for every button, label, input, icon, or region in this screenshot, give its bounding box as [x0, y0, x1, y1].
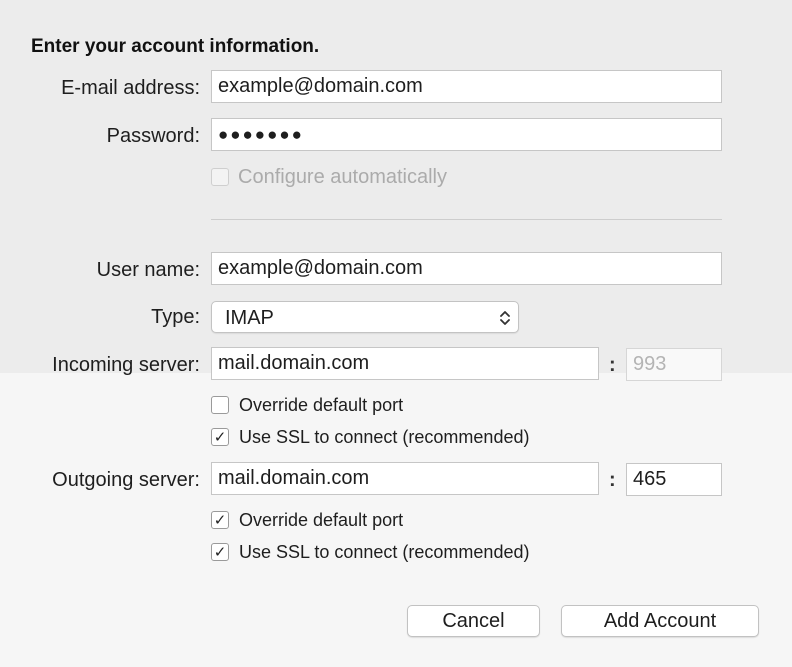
outgoing-server-field[interactable]: [211, 462, 599, 495]
outgoing-ssl-row[interactable]: ✓ Use SSL to connect (recommended): [211, 540, 529, 564]
type-select-value: IMAP: [225, 307, 274, 329]
password-field[interactable]: ●●●●●●●: [211, 118, 722, 151]
outgoing-port-field[interactable]: [626, 463, 722, 496]
email-label: E-mail address:: [61, 77, 200, 99]
username-label: User name:: [96, 259, 200, 281]
outgoing-ssl-checkbox[interactable]: ✓: [211, 543, 229, 561]
configure-automatically-label: Configure automatically: [238, 165, 447, 188]
outgoing-server-label: Outgoing server:: [52, 469, 200, 491]
add-account-button[interactable]: Add Account: [561, 605, 759, 637]
incoming-port-field[interactable]: [626, 348, 722, 381]
incoming-ssl-row[interactable]: ✓ Use SSL to connect (recommended): [211, 425, 529, 449]
outgoing-override-port-label: Override default port: [239, 509, 404, 530]
configure-automatically-row[interactable]: Configure automatically: [211, 165, 447, 189]
checkmark-icon: ✓: [213, 428, 227, 446]
incoming-ssl-checkbox[interactable]: ✓: [211, 428, 229, 446]
cancel-button[interactable]: Cancel: [407, 605, 540, 637]
outgoing-ssl-label: Use SSL to connect (recommended): [239, 541, 530, 562]
checkmark-icon: ✓: [213, 511, 227, 529]
password-label: Password:: [106, 125, 200, 147]
configure-automatically-checkbox[interactable]: [211, 168, 229, 186]
incoming-server-field[interactable]: [211, 347, 599, 380]
page-title: Enter your account information.: [31, 36, 320, 57]
incoming-override-port-checkbox[interactable]: [211, 396, 229, 414]
outgoing-override-port-row[interactable]: ✓ Override default port: [211, 508, 403, 532]
updown-chevron-icon: [500, 311, 510, 325]
incoming-override-port-row[interactable]: Override default port: [211, 393, 403, 417]
checkmark-icon: ✓: [213, 543, 227, 561]
incoming-port-separator: :: [609, 354, 616, 376]
outgoing-port-separator: :: [609, 469, 616, 491]
outgoing-override-port-checkbox[interactable]: ✓: [211, 511, 229, 529]
type-label: Type:: [151, 306, 200, 328]
section-divider: [211, 219, 722, 220]
username-field[interactable]: [211, 252, 722, 285]
incoming-server-label: Incoming server:: [52, 354, 200, 376]
email-field[interactable]: [211, 70, 722, 103]
incoming-ssl-label: Use SSL to connect (recommended): [239, 426, 530, 447]
incoming-override-port-label: Override default port: [239, 394, 404, 415]
type-select[interactable]: IMAP: [211, 301, 519, 333]
